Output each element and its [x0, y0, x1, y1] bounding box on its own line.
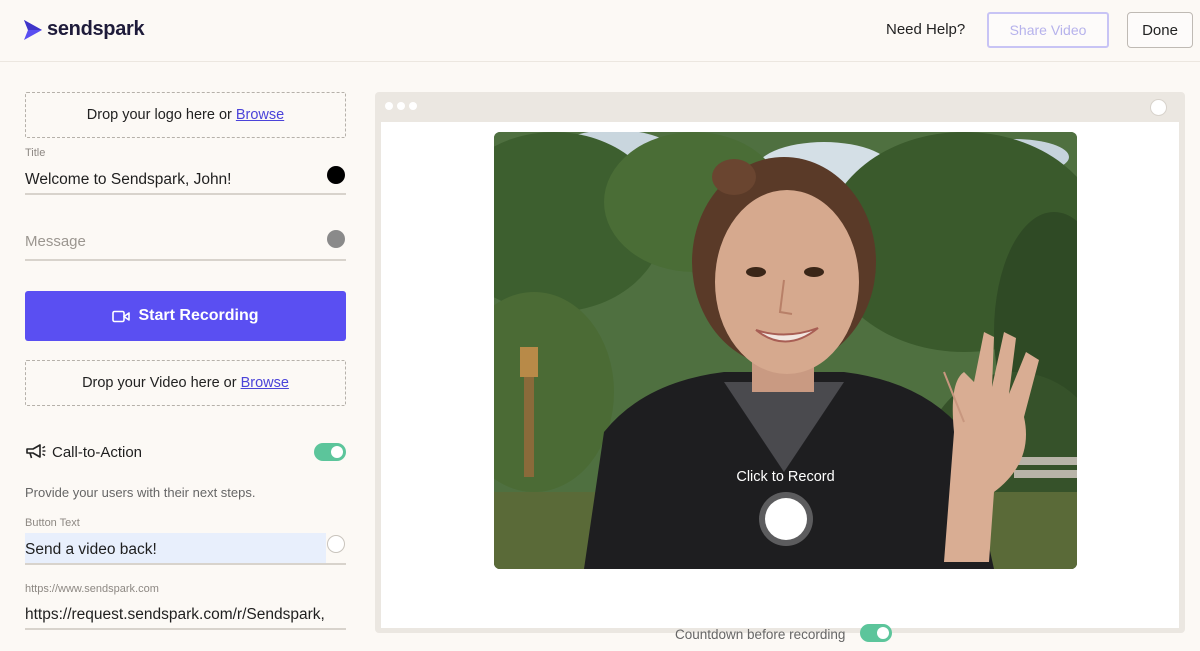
title-input[interactable]: Welcome to Sendspark, John! — [25, 171, 232, 189]
done-button[interactable]: Done — [1127, 12, 1193, 48]
logo-dropzone-text: Drop your logo here or — [86, 107, 232, 123]
video-browse-link[interactable]: Browse — [241, 375, 289, 391]
click-to-record-label: Click to Record — [736, 469, 835, 485]
cta-toggle-knob — [331, 446, 343, 458]
window-dot-3 — [409, 102, 417, 110]
message-input[interactable]: Message — [25, 233, 86, 250]
cta-description: Provide your users with their next steps… — [25, 485, 256, 500]
url-underline — [25, 628, 346, 630]
preview-avatar-placeholder — [1150, 99, 1167, 116]
button-color-picker[interactable] — [327, 535, 345, 553]
top-bar: sendspark Need Help? Share Video Done — [0, 0, 1200, 62]
countdown-toggle[interactable] — [860, 624, 892, 642]
preview-window: Click to Record Countdown before recordi… — [375, 92, 1185, 642]
title-field-label: Title — [25, 147, 46, 159]
cta-header: Call-to-Action — [25, 441, 346, 463]
brand-name: sendspark — [47, 18, 145, 40]
button-text-underline — [25, 563, 346, 565]
camera-feed[interactable]: Click to Record — [494, 132, 1077, 569]
countdown-toggle-knob — [877, 627, 889, 639]
window-dot-2 — [397, 102, 405, 110]
preview-canvas: Click to Record Countdown before recordi… — [381, 122, 1179, 642]
title-underline — [25, 193, 346, 195]
title-color-picker[interactable] — [327, 166, 345, 184]
need-help-link[interactable]: Need Help? — [886, 21, 965, 38]
share-video-button[interactable]: Share Video — [987, 12, 1109, 48]
window-dots — [385, 102, 417, 110]
logo-browse-link[interactable]: Browse — [236, 107, 284, 123]
brand-logo[interactable]: sendspark — [24, 18, 145, 41]
video-dropzone-text: Drop your Video here or — [82, 375, 237, 391]
url-label: https://www.sendspark.com — [25, 583, 159, 595]
url-input[interactable]: https://request.sendspark.com/r/Sendspar… — [25, 606, 325, 624]
message-color-picker[interactable] — [327, 230, 345, 248]
video-camera-icon — [112, 310, 131, 322]
start-recording-label: Start Recording — [138, 307, 259, 324]
sendspark-logo-icon — [24, 19, 42, 40]
logo-dropzone[interactable]: Drop your logo here or Browse — [25, 92, 346, 138]
cta-toggle[interactable] — [314, 443, 346, 461]
megaphone-icon — [26, 444, 46, 459]
video-dropzone[interactable]: Drop your Video here or Browse — [25, 360, 346, 406]
countdown-label: Countdown before recording — [675, 627, 846, 642]
cta-label: Call-to-Action — [52, 444, 143, 461]
button-text-label: Button Text — [25, 517, 80, 529]
button-text-input[interactable]: Send a video back! — [25, 541, 157, 559]
window-dot-1 — [385, 102, 393, 110]
record-button[interactable] — [765, 498, 807, 540]
message-underline — [25, 259, 346, 261]
start-recording-button[interactable]: Start Recording — [25, 291, 346, 341]
